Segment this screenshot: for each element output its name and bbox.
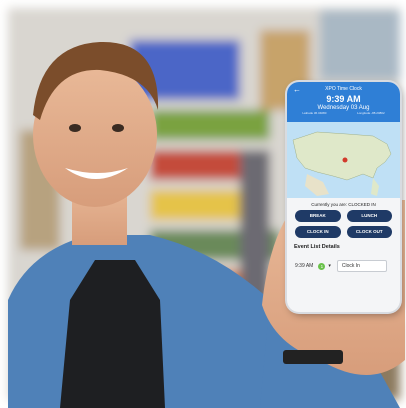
clock-in-button[interactable]: CLOCK IN	[295, 226, 341, 238]
event-list-title: Event List Details	[294, 244, 340, 250]
photo-frame: ← XPO Time Clock 9:39 AM Wednesday 03 Au…	[0, 0, 406, 408]
app-bar: ← XPO Time Clock 9:39 AM Wednesday 03 Au…	[287, 82, 400, 122]
location-map[interactable]	[287, 122, 400, 198]
usa-map-image	[287, 122, 400, 198]
latitude-text: Latitude 36.34080	[302, 111, 327, 115]
clock-out-button[interactable]: CLOCK OUT	[346, 226, 392, 238]
longitude-text: Longitude -88.20802	[357, 111, 385, 115]
back-arrow-icon[interactable]: ←	[293, 85, 301, 94]
event-time: 9:39 AM	[295, 263, 314, 269]
current-time: 9:39 AM	[326, 94, 361, 104]
event-type-field[interactable]: Clock In	[336, 260, 387, 272]
phone-screen: ← XPO Time Clock 9:39 AM Wednesday 03 Au…	[287, 82, 400, 312]
location-pin-icon	[342, 157, 348, 163]
app-title: XPO Time Clock	[325, 86, 362, 92]
clock-status: Currently you are: CLOCKED IN	[311, 202, 376, 207]
break-button[interactable]: BREAK	[295, 210, 341, 222]
event-count-badge: 1	[318, 262, 326, 270]
chevron-down-icon[interactable]: ▾	[328, 263, 331, 269]
list-item[interactable]: 9:39 AM 1 ▾ Clock In	[295, 260, 400, 272]
lunch-button[interactable]: LUNCH	[346, 210, 392, 222]
coordinates: Latitude 36.34080 Longitude -88.20802	[287, 111, 400, 115]
action-buttons: BREAK LUNCH CLOCK IN CLOCK OUT	[287, 210, 400, 238]
